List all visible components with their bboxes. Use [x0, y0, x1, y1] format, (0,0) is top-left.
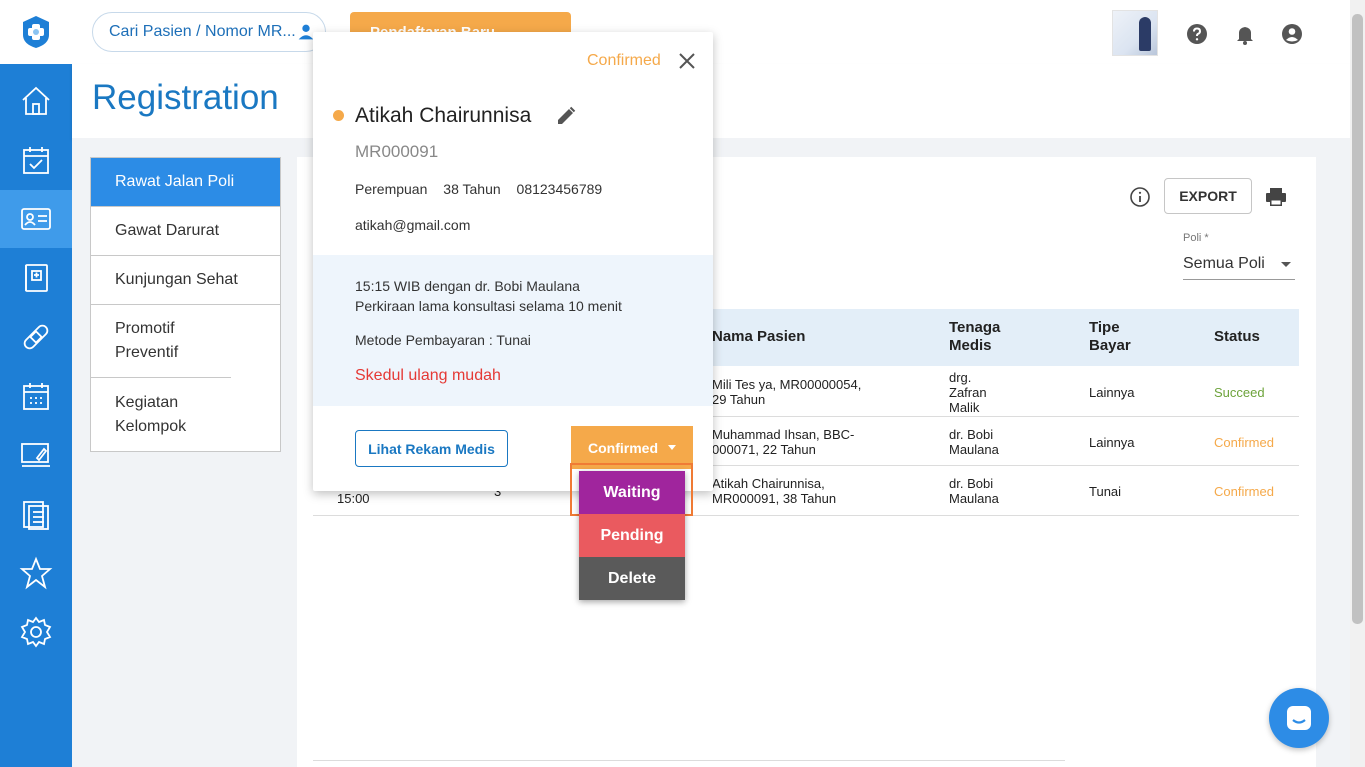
payment-cell: Tunai [1089, 484, 1122, 499]
chat-icon [1287, 706, 1311, 730]
page-scrollbar[interactable] [1350, 0, 1365, 767]
nav-appointments[interactable] [0, 131, 72, 189]
col-tenaga-medis: Tenaga Medis [949, 319, 1001, 354]
nav-reports[interactable] [0, 485, 72, 543]
help-icon[interactable] [1185, 22, 1209, 46]
medical-book-icon [25, 264, 48, 292]
payment-cell: Lainnya [1089, 435, 1135, 450]
patient-cell: Muhammad Ihsan, BBC-000071, 22 Tahun [712, 427, 855, 457]
bandage-icon [23, 324, 49, 350]
patient-email: atikah@gmail.com [355, 217, 471, 233]
nav-favorites[interactable] [0, 544, 72, 602]
gear-icon [20, 616, 52, 648]
bell-icon[interactable] [1233, 22, 1257, 46]
patient-phone: 08123456789 [516, 181, 603, 197]
col-nama-pasien: Nama Pasien [712, 328, 806, 345]
patient-cell: Mili Tes ya, MR00000054, 29 Tahun [712, 377, 862, 407]
medical-cross-logo-icon [23, 16, 49, 48]
info-icon[interactable] [1129, 186, 1151, 208]
nav-medical-records[interactable] [0, 249, 72, 307]
doctor-cell: dr. Bobi Maulana [949, 476, 999, 506]
nav-treatment[interactable] [0, 308, 72, 366]
schedule-line: 15:15 WIB dengan dr. Bobi Maulana [355, 278, 580, 294]
patient-age: 38 Tahun [443, 181, 501, 197]
export-button[interactable]: EXPORT [1164, 178, 1252, 214]
nav-settings[interactable] [0, 603, 72, 661]
sidebar [0, 0, 72, 767]
duration-line: Perkiraan lama konsultasi selama 10 meni… [355, 298, 622, 314]
subnav-promotif-preventif[interactable]: Promotif Preventif [91, 305, 231, 378]
app-logo[interactable] [0, 0, 72, 64]
status-option-waiting[interactable]: Waiting [579, 471, 685, 514]
account-icon[interactable] [1280, 22, 1304, 46]
promo-thumbnail[interactable] [1112, 10, 1158, 56]
view-medical-record-button[interactable]: Lihat Rekam Medis [355, 430, 508, 467]
patient-mr-number: MR000091 [355, 142, 439, 161]
subnav-gawat-darurat[interactable]: Gawat Darurat [91, 207, 280, 256]
divider [313, 760, 1065, 761]
clipboard-icon [23, 501, 49, 530]
page-title: Registration [92, 78, 279, 117]
chevron-down-icon [1281, 261, 1291, 267]
patient-name: Atikah Chairunnisa [355, 104, 532, 127]
monitor-icon [21, 443, 50, 467]
status-dropdown-menu: Waiting Pending Delete [579, 471, 685, 600]
patient-search[interactable]: Cari Pasien / Nomor MR... [92, 12, 326, 52]
scrollbar-thumb[interactable] [1352, 14, 1363, 624]
print-icon[interactable] [1264, 185, 1288, 209]
calendar-grid-icon [23, 383, 49, 410]
col-tipe-bayar: Tipe Bayar [1089, 319, 1131, 354]
calendar-check-icon [23, 147, 49, 174]
status-dot [333, 110, 344, 121]
col-status: Status [1214, 328, 1260, 345]
subnav-kunjungan-sehat[interactable]: Kunjungan Sehat [91, 256, 280, 305]
doctor-cell: dr. Bobi Maulana [949, 427, 999, 457]
registration-subnav: Rawat Jalan Poli Gawat Darurat Kunjungan… [90, 157, 281, 452]
schedule-section: 15:15 WIB dengan dr. Bobi Maulana Perkir… [313, 255, 713, 406]
home-icon [22, 86, 50, 115]
nav-telemedicine[interactable] [0, 426, 72, 484]
nav-registration[interactable] [0, 190, 72, 248]
poli-filter-select[interactable]: Semua Poli [1183, 249, 1295, 280]
subnav-kegiatan-kelompok[interactable]: Kegiatan Kelompok [91, 378, 231, 451]
patient-gender: Perempuan [355, 181, 428, 197]
chat-button[interactable] [1269, 688, 1329, 748]
doctor-cell: drg. Zafran Malik [949, 370, 987, 415]
status-option-pending[interactable]: Pending [579, 514, 685, 557]
reschedule-link[interactable]: Skedul ulang mudah [355, 367, 501, 385]
search-placeholder: Cari Pasien / Nomor MR... [109, 23, 295, 40]
patient-detail-popup: Confirmed Atikah Chairunnisa MR000091 Pe… [313, 32, 713, 491]
patient-cell: Atikah Chairunnisa, MR000091, 38 Tahun [712, 476, 837, 506]
status-badge: Confirmed [1214, 484, 1274, 499]
status-option-delete[interactable]: Delete [579, 557, 685, 600]
nav-home[interactable] [0, 72, 72, 130]
pencil-icon[interactable] [555, 105, 577, 127]
star-icon [19, 556, 53, 590]
id-card-icon [21, 208, 51, 230]
payment-cell: Lainnya [1089, 385, 1135, 400]
subnav-rawat-jalan-poli[interactable]: Rawat Jalan Poli [91, 158, 280, 207]
schedule-info: 15:15 WIB dengan dr. Bobi Maulana Perkir… [355, 276, 622, 316]
poli-filter-label: Poli * [1183, 232, 1209, 244]
payment-method: Metode Pembayaran : Tunai [355, 332, 531, 348]
nav-schedule[interactable] [0, 367, 72, 425]
close-icon[interactable] [676, 50, 698, 72]
status-badge: Confirmed [1214, 435, 1274, 450]
patient-demographics: Perempuan 38 Tahun 08123456789 [355, 181, 614, 197]
time-cell: 15:00 [337, 491, 370, 506]
status-badge: Succeed [1214, 385, 1265, 400]
caret-down-icon [668, 445, 676, 450]
popup-status-label: Confirmed [587, 52, 661, 69]
